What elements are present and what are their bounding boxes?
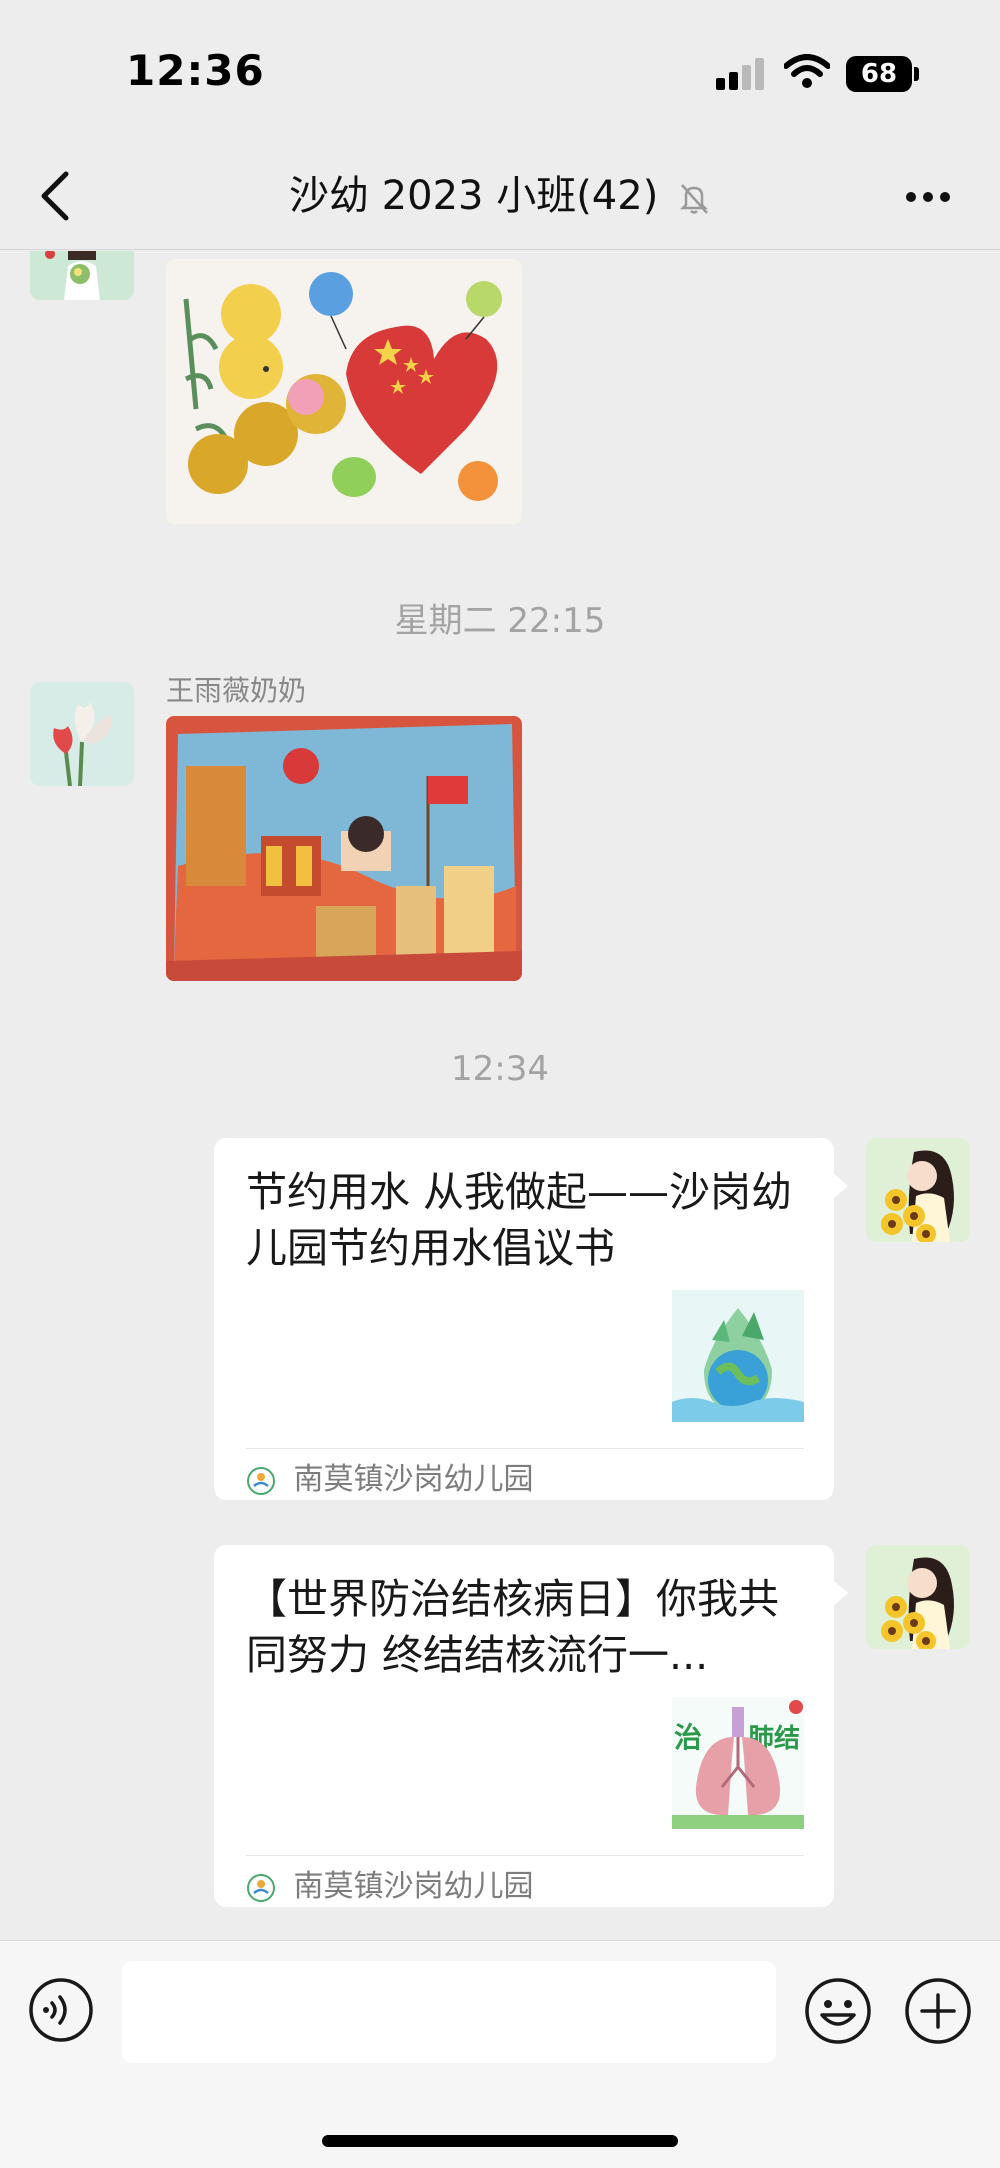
battery-icon: 68 xyxy=(846,56,912,92)
card-divider xyxy=(246,1448,804,1449)
wifi-icon xyxy=(784,54,830,88)
message-input[interactable] xyxy=(122,1961,776,2063)
input-bar xyxy=(0,1940,1000,2168)
card-thumbnail: 治 肺结 xyxy=(672,1697,804,1829)
timestamp: 12:34 xyxy=(451,1049,549,1089)
status-bar: 12:36 68 xyxy=(0,0,1000,140)
status-time: 12:36 xyxy=(126,46,265,95)
card-divider xyxy=(246,1855,804,1856)
thumbnail-text: 治 xyxy=(674,1721,702,1754)
card-source[interactable]: 南莫镇沙岗幼儿园 xyxy=(246,1865,534,1909)
chat-area[interactable]: 星期二 22:15 王雨薇奶奶 12:34 节约用水 从我做起——沙岗幼儿园节约… xyxy=(0,251,1000,1939)
sender-name: 王雨薇奶奶 xyxy=(166,674,307,707)
source-name: 南莫镇沙岗幼儿园 xyxy=(293,1462,534,1497)
card-title: 节约用水 从我做起——沙岗幼儿园节约用水倡议书 xyxy=(246,1168,793,1272)
battery-cap xyxy=(914,67,919,81)
chat-image[interactable] xyxy=(166,259,522,524)
card-thumbnail xyxy=(672,1290,804,1422)
card-title: 【世界防治结核病日】你我共同努力 终结结核流行一... xyxy=(246,1575,779,1679)
bubble-tail xyxy=(832,1579,848,1607)
avatar[interactable] xyxy=(866,1545,970,1649)
timestamp: 星期二 22:15 xyxy=(394,601,606,641)
card-source[interactable]: 南莫镇沙岗幼儿园 xyxy=(246,1458,534,1502)
avatar[interactable] xyxy=(866,1138,970,1242)
signal-icon xyxy=(716,58,766,90)
home-indicator xyxy=(322,2135,678,2147)
account-logo-icon xyxy=(247,1466,275,1495)
mute-bell-icon xyxy=(680,184,709,214)
more-icon[interactable] xyxy=(900,180,956,212)
nav-bar: 沙幼 2023 小班(42) xyxy=(0,140,1000,250)
bubble-tail xyxy=(832,1172,848,1200)
avatar[interactable] xyxy=(30,251,134,300)
voice-icon[interactable] xyxy=(28,1977,94,2043)
source-name: 南莫镇沙岗幼儿园 xyxy=(293,1869,534,1904)
link-card[interactable]: 【世界防治结核病日】你我共同努力 终结结核流行一... 治 肺结 南莫镇沙岗幼儿 xyxy=(214,1545,848,1909)
chat-title: 沙幼 2023 小班(42) xyxy=(288,173,659,219)
account-logo-icon xyxy=(247,1873,275,1902)
plus-icon[interactable] xyxy=(904,1977,972,2045)
chat-image[interactable] xyxy=(166,716,522,981)
chat-title-row: 沙幼 2023 小班(42) xyxy=(0,168,1000,224)
emoji-icon[interactable] xyxy=(804,1977,872,2045)
avatar[interactable] xyxy=(30,682,134,786)
link-card[interactable]: 节约用水 从我做起——沙岗幼儿园节约用水倡议书 南莫镇沙岗幼儿园 xyxy=(214,1138,848,1502)
